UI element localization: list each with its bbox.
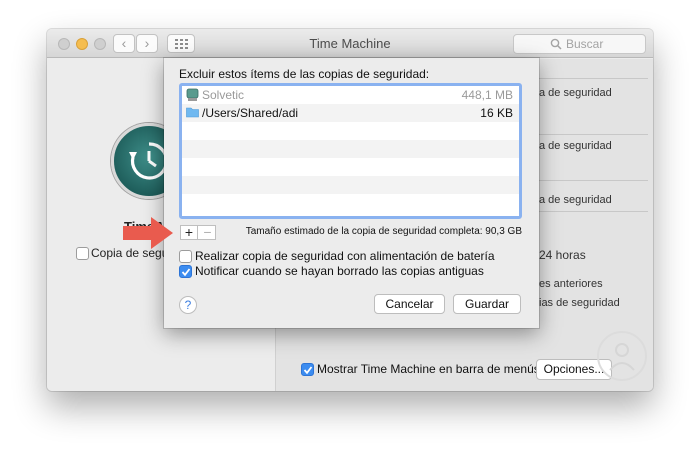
item-size: 448,1 MB <box>461 88 513 102</box>
checkmark-icon <box>181 268 191 277</box>
search-placeholder: Buscar <box>566 37 604 51</box>
remove-item-button[interactable]: − <box>199 225 216 239</box>
drive-icon <box>186 88 199 101</box>
list-item[interactable]: Solvetic 448,1 MB <box>182 86 519 104</box>
folder-icon <box>186 107 199 118</box>
show-in-menu-bar-label: Mostrar Time Machine en barra de menús <box>317 362 540 376</box>
divider <box>536 180 648 181</box>
item-name: /Users/Shared/adi <box>202 106 299 120</box>
annotation-arrow-icon <box>123 217 173 249</box>
backup-automatically-checkbox[interactable] <box>76 247 89 260</box>
backup-info-text: a de seguridad <box>539 140 612 152</box>
search-icon <box>550 38 562 50</box>
save-button[interactable]: Guardar <box>453 294 521 314</box>
divider <box>536 78 648 79</box>
exclusions-sheet: Excluir estos ítems de las copias de seg… <box>164 58 539 328</box>
item-size: 16 KB <box>480 106 513 120</box>
empty-row <box>182 194 519 212</box>
backups-text: ias de seguridad <box>539 297 620 309</box>
divider <box>536 211 648 212</box>
add-item-button[interactable]: + <box>181 225 198 239</box>
battery-backup-checkbox[interactable] <box>179 250 192 263</box>
show-in-menu-bar-checkbox[interactable] <box>301 363 314 376</box>
previous-backups-text: es anteriores <box>539 278 603 290</box>
help-button[interactable]: ? <box>179 296 197 314</box>
sheet-heading: Excluir estos ítems de las copias de seg… <box>179 67 430 81</box>
backup-size-estimate: Tamaño estimado de la copia de seguridad… <box>245 226 522 237</box>
battery-backup-label: Realizar copia de seguridad con alimenta… <box>195 249 495 263</box>
empty-row <box>182 176 519 194</box>
title-bar: ‹ › Time Machine Buscar <box>47 29 653 58</box>
cancel-button[interactable]: Cancelar <box>374 294 445 314</box>
add-remove-control: + − <box>180 225 216 240</box>
empty-row <box>182 122 519 140</box>
notify-deleted-label: Notificar cuando se hayan borrado las co… <box>195 264 484 278</box>
notify-deleted-checkbox[interactable] <box>179 265 192 278</box>
backup-info-text: a de seguridad <box>539 87 612 99</box>
list-item[interactable]: /Users/Shared/adi 16 KB <box>182 104 519 122</box>
divider <box>536 134 648 135</box>
search-field[interactable]: Buscar <box>513 34 646 54</box>
hours-text: 24 horas <box>539 248 586 262</box>
checkmark-icon <box>303 366 313 375</box>
item-name: Solvetic <box>202 88 245 102</box>
empty-row <box>182 158 519 176</box>
exclusions-list[interactable]: Solvetic 448,1 MB /Users/Shared/adi 16 K… <box>179 83 522 219</box>
empty-row <box>182 140 519 158</box>
watermark-logo-icon <box>597 331 647 381</box>
backup-info-text: a de seguridad <box>539 194 612 206</box>
